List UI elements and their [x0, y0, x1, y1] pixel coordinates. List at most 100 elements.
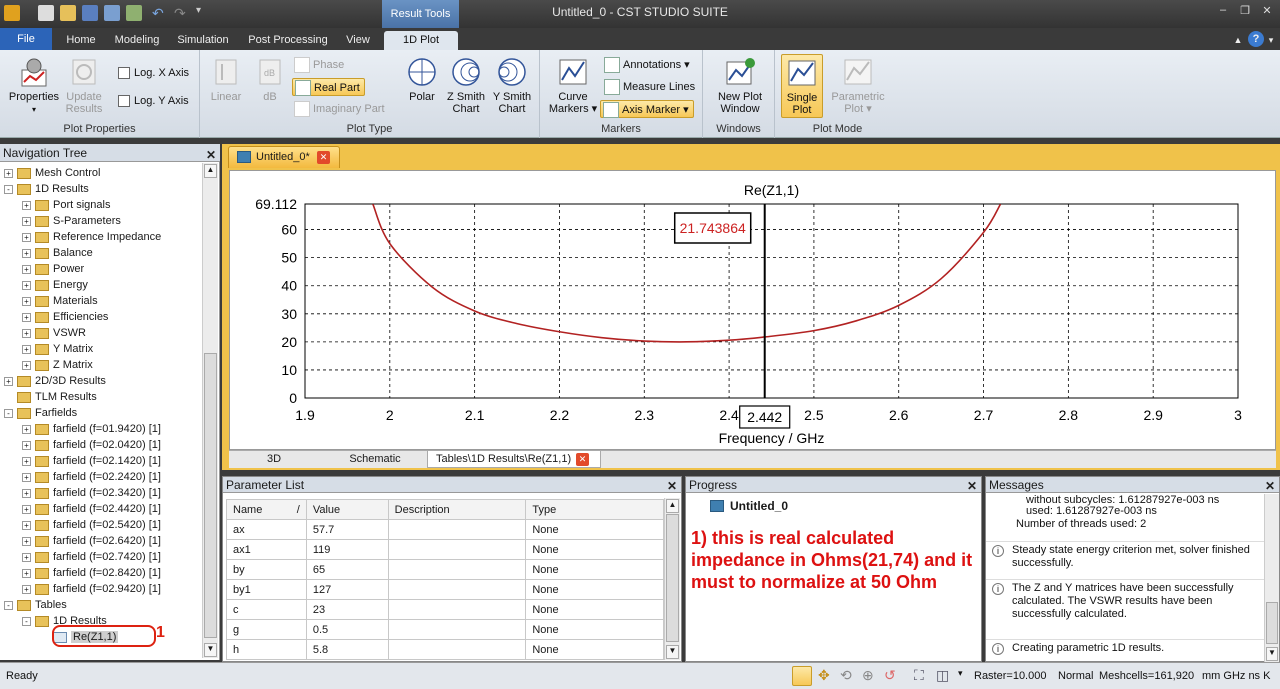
tree-item[interactable]: + Z Matrix	[22, 357, 93, 373]
cell-name[interactable]: g	[226, 619, 307, 640]
zoom-window-icon[interactable]: ⊕	[862, 667, 874, 684]
expand-icon[interactable]: +	[4, 376, 13, 386]
tree-item[interactable]: + farfield (f=02.4420) [1]	[22, 501, 161, 517]
expand-icon[interactable]: +	[22, 472, 31, 482]
rotate-icon[interactable]: ⟲	[840, 667, 852, 684]
tree-item[interactable]: + S-Parameters	[22, 213, 121, 229]
expand-icon[interactable]: +	[22, 456, 31, 466]
scroll-thumb[interactable]	[666, 514, 679, 642]
log-x-axis-checkbox[interactable]: Log. X Axis	[118, 64, 189, 82]
cell-value[interactable]: 119	[305, 539, 389, 560]
tree-item[interactable]: + Mesh Control	[4, 165, 100, 181]
tab-simulation[interactable]: Simulation	[172, 31, 234, 50]
cell-name[interactable]: c	[226, 599, 307, 620]
scroll-thumb[interactable]	[1266, 602, 1278, 644]
expand-icon[interactable]: +	[22, 584, 31, 594]
tree-item[interactable]: + Balance	[22, 245, 93, 261]
tree-item[interactable]: + Efficiencies	[22, 309, 108, 325]
cell-type[interactable]: None	[525, 619, 664, 640]
tree-item[interactable]: + farfield (f=02.2420) [1]	[22, 469, 161, 485]
expand-icon[interactable]: +	[22, 344, 31, 354]
column-type[interactable]: Type	[525, 499, 664, 520]
column-name[interactable]: Name /	[226, 499, 307, 520]
tab-1d-plot[interactable]: 1D Plot	[384, 31, 458, 50]
view-dropdown-icon[interactable]: ▾	[958, 668, 963, 679]
tab-schematic[interactable]: Schematic	[339, 451, 411, 468]
expand-icon[interactable]: +	[22, 552, 31, 562]
table-row[interactable]: ax1 119 None	[226, 539, 664, 560]
expand-icon[interactable]: +	[22, 568, 31, 578]
new-plot-window-button[interactable]: New Plot Window	[713, 56, 767, 115]
document-tab[interactable]: Untitled_0* ✕	[228, 146, 340, 168]
cell-name[interactable]: ax1	[226, 539, 307, 560]
y-smith-chart-button[interactable]: Y Smith Chart	[490, 56, 534, 115]
db-button[interactable]: dB dB	[252, 56, 288, 103]
cell-desc[interactable]	[387, 639, 527, 660]
zoom-icon[interactable]	[792, 666, 812, 686]
tree-item[interactable]: + farfield (f=02.5420) [1]	[22, 517, 161, 533]
close-icon[interactable]: ✕	[967, 478, 977, 494]
expand-icon[interactable]: +	[22, 520, 31, 530]
cell-name[interactable]: by	[226, 559, 307, 580]
tab-modeling[interactable]: Modeling	[110, 31, 164, 50]
column-description[interactable]: Description	[387, 499, 527, 520]
cell-value[interactable]: 127	[305, 579, 389, 600]
close-icon[interactable]: ✕	[667, 478, 677, 494]
table-row[interactable]: g 0.5 None	[226, 619, 664, 640]
expand-icon[interactable]: +	[22, 248, 31, 258]
tree-item[interactable]: - Tables	[4, 597, 67, 613]
cell-desc[interactable]	[387, 519, 527, 540]
scroll-up-icon[interactable]: ▲	[666, 499, 679, 513]
chart-svg[interactable]: 1.9 2 2.1 2.2 2.3 2.4 2.5 2.6 2.7 2.8 2.9 301020304…	[230, 171, 1275, 449]
tree-item[interactable]: + farfield (f=01.9420) [1]	[22, 421, 161, 437]
expand-icon[interactable]: +	[22, 280, 31, 290]
plot-pane[interactable]: 1.9 2 2.1 2.2 2.3 2.4 2.5 2.6 2.7 2.8 2.9 3 0 10 20 30 4…	[229, 170, 1276, 450]
tree-item[interactable]: + farfield (f=02.1420) [1]	[22, 453, 161, 469]
cell-name[interactable]: by1	[226, 579, 307, 600]
tree-item[interactable]: + farfield (f=02.3420) [1]	[22, 485, 161, 501]
polar-button[interactable]: Polar	[402, 56, 442, 103]
tab-post-processing[interactable]: Post Processing	[242, 31, 334, 50]
cell-value[interactable]: 65	[305, 559, 389, 580]
expand-icon[interactable]: +	[22, 200, 31, 210]
scroll-down-icon[interactable]: ▼	[666, 645, 679, 659]
help-icon[interactable]: ?	[1248, 31, 1264, 47]
expand-icon[interactable]: -	[4, 408, 13, 418]
tree-item[interactable]: - Farfields	[4, 405, 77, 421]
table-row[interactable]: by1 127 None	[226, 579, 664, 600]
expand-icon[interactable]: +	[22, 424, 31, 434]
restore-icon[interactable]: ❐	[1236, 4, 1254, 18]
measure-lines-button[interactable]: Measure Lines	[604, 78, 695, 96]
expand-icon[interactable]: +	[22, 504, 31, 514]
table-row[interactable]: ax 57.7 None	[226, 519, 664, 540]
expand-icon[interactable]: +	[22, 328, 31, 338]
properties-button[interactable]: Properties ▾	[6, 56, 62, 116]
param-scrollbar[interactable]: ▲ ▼	[664, 498, 680, 660]
expand-icon[interactable]: +	[22, 232, 31, 242]
reset-view-icon[interactable]: ↺	[884, 667, 896, 684]
expand-icon[interactable]: +	[22, 216, 31, 226]
cell-desc[interactable]	[387, 559, 527, 580]
tree-item[interactable]: + Energy	[22, 277, 88, 293]
tree-item[interactable]: + VSWR	[22, 325, 86, 341]
cell-name[interactable]: ax	[226, 519, 307, 540]
close-icon[interactable]: ✕	[1265, 478, 1275, 494]
cell-desc[interactable]	[387, 579, 527, 600]
pan-icon[interactable]: ✥	[818, 667, 830, 684]
z-smith-chart-button[interactable]: Z Smith Chart	[444, 56, 488, 115]
tab-file[interactable]: File	[0, 28, 52, 50]
cell-type[interactable]: None	[525, 639, 664, 660]
fit-icon[interactable]: ⛶	[914, 667, 924, 684]
tree-item[interactable]: - 1D Results	[4, 181, 89, 197]
tree-item[interactable]: + farfield (f=02.8420) [1]	[22, 565, 161, 581]
expand-icon[interactable]: +	[22, 536, 31, 546]
table-row[interactable]: by 65 None	[226, 559, 664, 580]
parametric-plot-button[interactable]: Parametric Plot ▾	[827, 56, 889, 115]
single-plot-button[interactable]: Single Plot	[781, 54, 823, 118]
imaginary-part-button[interactable]: Imaginary Part	[294, 100, 385, 118]
tree-item[interactable]: + Y Matrix	[22, 341, 93, 357]
expand-icon[interactable]: +	[22, 360, 31, 370]
tree-item[interactable]: + Materials	[22, 293, 98, 309]
scroll-up-icon[interactable]: ▲	[204, 164, 217, 178]
expand-icon[interactable]: -	[22, 616, 31, 626]
